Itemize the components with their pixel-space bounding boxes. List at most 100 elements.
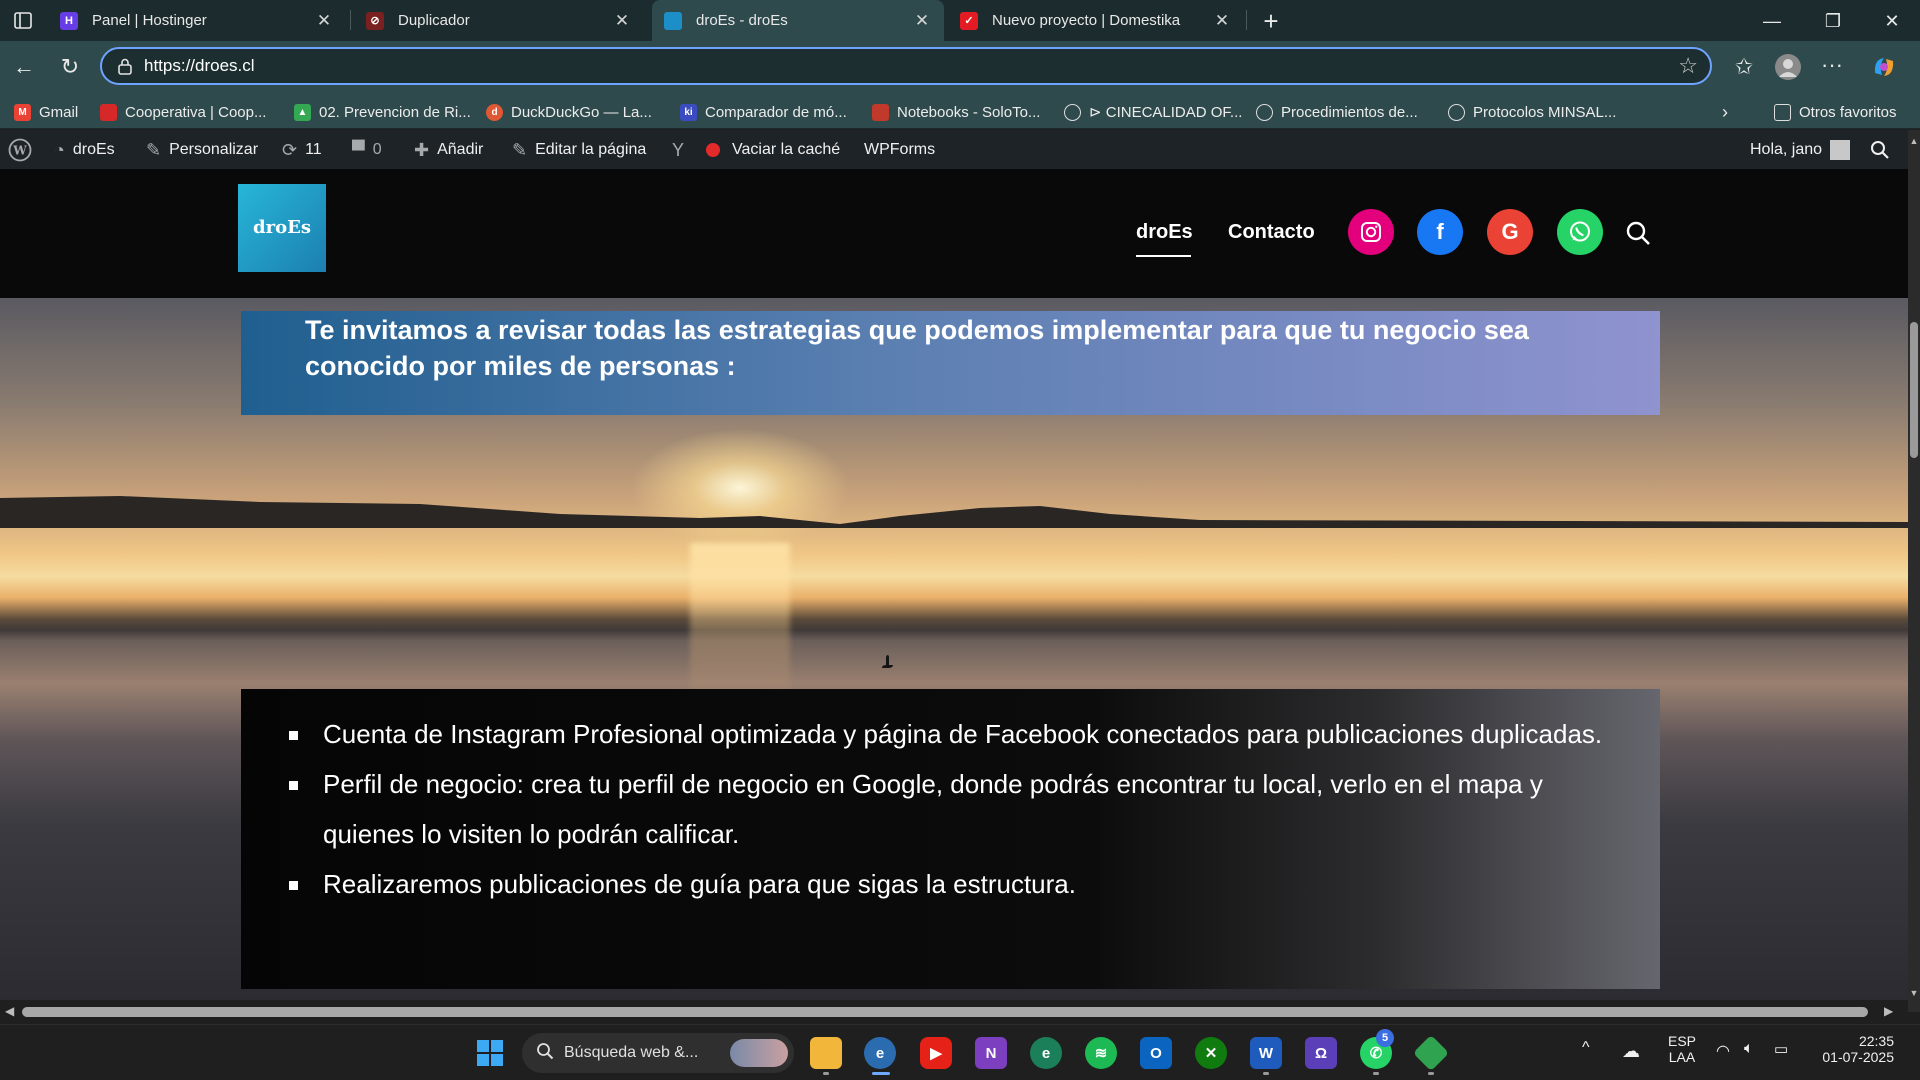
search-highlight-image (730, 1039, 788, 1067)
tab-droes[interactable]: droEs - droEs ✕ (652, 0, 944, 41)
scroll-down-icon[interactable]: ▼ (1909, 988, 1919, 998)
facebook-icon[interactable]: f (1417, 209, 1463, 255)
language-code: ESP (1667, 1033, 1696, 1049)
wp-clear-cache[interactable]: Vaciar la caché (706, 139, 840, 161)
wp-updates[interactable]: ⟳ 11 (282, 139, 322, 161)
google-icon[interactable]: G (1487, 209, 1533, 255)
close-icon[interactable]: ✕ (1212, 11, 1232, 31)
clock[interactable]: 22:35 01-07-2025 (1810, 1033, 1894, 1065)
volume-icon[interactable]: 🔈︎ (1744, 1040, 1754, 1058)
url-text[interactable]: https://droes.cl (144, 56, 255, 76)
wp-admin-bar: W ◔ droEs ✎ Personalizar ⟳ 11 ▀ 0 ✚ Añad… (0, 130, 1908, 169)
wp-comments[interactable]: ▀ 0 (352, 139, 382, 161)
nav-link-contacto[interactable]: Contacto (1228, 221, 1315, 244)
xbox-icon[interactable]: ✕ (1195, 1037, 1227, 1069)
windows-start-icon[interactable] (474, 1037, 506, 1069)
clock-date: 01-07-2025 (1822, 1049, 1894, 1065)
solotodo-icon (872, 103, 889, 121)
wordpress-icon[interactable]: W (8, 138, 32, 162)
bookmark-duckduckgo[interactable]: d DuckDuckGo — La... (486, 101, 652, 123)
scroll-left-icon[interactable]: ◀ (5, 1004, 14, 1018)
tab-actions-icon[interactable] (10, 8, 40, 34)
logo-text: droEs (253, 217, 311, 238)
wifi-icon[interactable]: ◠ (1716, 1041, 1730, 1061)
minimize-button[interactable]: — (1752, 8, 1792, 34)
close-icon[interactable]: ✕ (612, 11, 632, 31)
favorites-icon[interactable]: ✩ (1730, 53, 1758, 81)
tab-title: Panel | Hostinger (92, 12, 207, 29)
instagram-icon[interactable] (1348, 209, 1394, 255)
favorite-star-icon[interactable]: ☆ (1678, 53, 1698, 79)
tab-hostinger[interactable]: H Panel | Hostinger ✕ (48, 0, 346, 41)
close-icon[interactable]: ✕ (912, 11, 932, 31)
duckduckgo-icon: d (486, 103, 503, 121)
address-bar[interactable]: https://droes.cl ☆ (100, 47, 1712, 85)
show-hidden-icons-icon[interactable]: ^ (1582, 1039, 1590, 1057)
lock-icon[interactable] (116, 57, 134, 75)
wp-wpforms[interactable]: WPForms (864, 139, 935, 161)
comments-count: 0 (372, 141, 382, 158)
vertical-scrollbar[interactable]: ▲ ▼ (1908, 130, 1920, 1012)
close-icon[interactable]: ✕ (314, 11, 334, 31)
drive-icon: ▲ (294, 103, 311, 121)
tab-title: droEs - droEs (696, 12, 788, 29)
word-icon[interactable]: W (1250, 1037, 1282, 1069)
wp-account[interactable]: Hola, jano (1750, 139, 1851, 161)
site-search-icon[interactable] (1624, 219, 1652, 247)
new-tab-button[interactable]: + (1256, 6, 1286, 37)
wp-customize[interactable]: ✎ Personalizar (146, 139, 258, 161)
onedrive-icon[interactable]: ☁ (1622, 1041, 1640, 1062)
spotify-icon[interactable]: ≋ (1085, 1037, 1117, 1069)
edge-beta-icon[interactable]: e (1030, 1037, 1062, 1069)
plus-icon: ✚ (414, 139, 430, 160)
horizontal-scrollbar[interactable]: ◀ ▶ (0, 1000, 1908, 1024)
battery-icon[interactable]: ▭ (1774, 1040, 1788, 1058)
app-diamond-icon[interactable] (1412, 1034, 1450, 1072)
wp-add-new[interactable]: ✚ Añadir (414, 139, 483, 161)
running-indicator (1428, 1072, 1434, 1075)
taskbar-search[interactable]: Búsqueda web &... (522, 1033, 794, 1073)
restore-button[interactable]: ❐ (1813, 8, 1853, 34)
bookmark-prevencion[interactable]: ▲ 02. Prevencion de Ri... (294, 101, 471, 123)
bookmark-protocolos[interactable]: Protocolos MINSAL... (1448, 101, 1616, 123)
scroll-right-icon[interactable]: ▶ (1884, 1004, 1893, 1018)
horizontal-scroll-thumb[interactable] (22, 1007, 1868, 1017)
edge-icon[interactable]: e (864, 1037, 896, 1069)
wp-search-icon[interactable] (1870, 139, 1890, 161)
whatsapp-icon[interactable] (1557, 209, 1603, 255)
cache-status-icon (706, 143, 720, 157)
site-logo[interactable]: droEs (238, 184, 326, 272)
outlook-icon[interactable]: O (1140, 1037, 1172, 1069)
wp-site-link[interactable]: ◔ droEs (54, 139, 115, 161)
close-window-button[interactable]: ✕ (1872, 8, 1912, 34)
proton-icon[interactable]: Ω (1305, 1037, 1337, 1069)
comment-icon: ▀ (352, 139, 365, 160)
vertical-scroll-thumb[interactable] (1910, 322, 1918, 458)
back-icon[interactable]: ← (10, 53, 38, 81)
yoast-icon[interactable]: Y (672, 139, 684, 161)
youtube-icon[interactable]: ▶ (920, 1037, 952, 1069)
language-indicator[interactable]: ESP LAA (1664, 1033, 1700, 1065)
tab-duplicador[interactable]: ⊘ Duplicador ✕ (354, 0, 644, 41)
copilot-icon[interactable] (1870, 53, 1898, 81)
list-item: Realizaremos publicaciones de guía para … (287, 859, 1617, 909)
nav-link-droes[interactable]: droEs (1136, 221, 1193, 244)
chevron-right-icon[interactable]: › (1722, 101, 1728, 123)
tab-divider (350, 10, 351, 30)
more-options-icon[interactable]: ··· (1818, 51, 1846, 79)
scroll-up-icon[interactable]: ▲ (1909, 136, 1919, 146)
profile-avatar[interactable] (1774, 53, 1802, 81)
bookmark-cinecalidad[interactable]: ⊳ CINECALIDAD OF... (1064, 101, 1242, 123)
bookmark-comparador[interactable]: ki Comparador de mó... (680, 101, 847, 123)
bookmark-notebooks[interactable]: Notebooks - SoloTo... (872, 101, 1040, 123)
reload-icon[interactable]: ↻ (56, 53, 84, 81)
bookmark-gmail[interactable]: M Gmail (14, 101, 78, 123)
onenote-icon[interactable]: N (975, 1037, 1007, 1069)
bookmark-procedimientos[interactable]: Procedimientos de... (1256, 101, 1418, 123)
intro-banner: Te invitamos a revisar todas las estrate… (241, 311, 1660, 415)
file-explorer-icon[interactable] (810, 1037, 842, 1069)
tab-domestika[interactable]: ✓ Nuevo proyecto | Domestika ✕ (948, 0, 1244, 41)
bookmark-cooperativa[interactable]: Cooperativa | Coop... (100, 101, 266, 123)
wp-edit-page[interactable]: ✎ Editar la página (512, 139, 646, 161)
other-favorites[interactable]: Otros favoritos (1774, 101, 1897, 123)
